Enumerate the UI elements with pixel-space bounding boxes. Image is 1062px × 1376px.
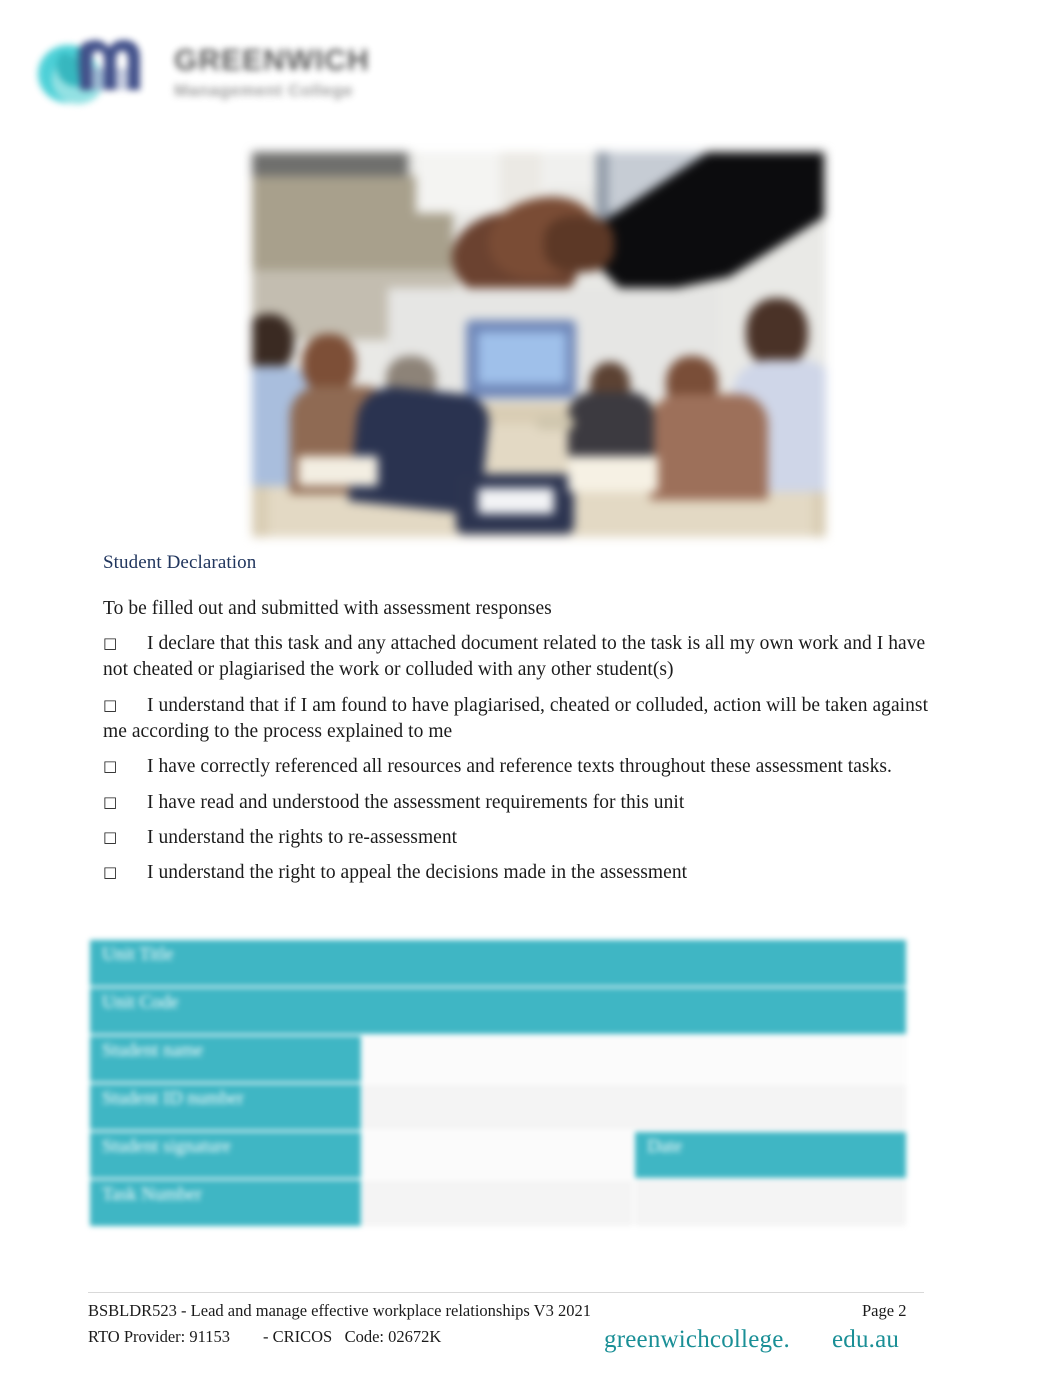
boardroom-handshake-photo	[252, 152, 826, 537]
declaration-item-1[interactable]: □ I declare that this task and any attach…	[103, 631, 933, 684]
declaration-item-6[interactable]: □ I understand the right to appeal the de…	[103, 860, 933, 886]
footer-rto-line: RTO Provider: 91153 - CRICOS Code: 02672…	[88, 1326, 442, 1346]
table-row-unit-code: Unit Code	[88, 986, 908, 1036]
table-row-student-name: Student name	[88, 1034, 909, 1084]
footer-url-part2: edu.au	[831, 1326, 900, 1353]
checkbox-icon[interactable]: □	[103, 756, 117, 776]
declaration-item-2[interactable]: □ I understand that if I am found to have…	[103, 693, 933, 746]
footer-doc-line: BSBLDR523 - Lead and manage effective wo…	[88, 1301, 591, 1320]
logo-subtitle: Management College	[174, 81, 354, 100]
page-footer: BSBLDR523 - Lead and manage effective wo…	[0, 1292, 1062, 1376]
logo-name: GREENWICH	[174, 44, 370, 77]
task-number-input[interactable]	[360, 1178, 636, 1228]
student-details-table: Unit Title Unit Code Student name Studen…	[88, 938, 909, 1228]
declaration-item-3[interactable]: □ I have correctly referenced all resourc…	[103, 754, 933, 780]
student-signature-label: Student signature	[88, 1130, 363, 1180]
greenwich-logo: GREENWICH Management College	[34, 20, 424, 120]
checkbox-icon[interactable]: □	[103, 827, 117, 847]
unit-code-label: Unit Code	[88, 986, 908, 1036]
task-number-label: Task Number	[88, 1178, 363, 1228]
declaration-intro: To be filled out and submitted with asse…	[103, 597, 552, 619]
declaration-title: Student Declaration	[103, 552, 257, 573]
student-details-table-wrapper: Unit Title Unit Code Student name Studen…	[88, 938, 909, 1228]
table-row-student-id: Student ID number	[88, 1082, 909, 1132]
table-row-student-signature: Student signature Date	[88, 1130, 908, 1180]
footer-divider	[88, 1292, 924, 1293]
footer-doc-info: BSBLDR523 - Lead and manage effective wo…	[88, 1298, 591, 1349]
date-label: Date	[633, 1130, 908, 1180]
table-row-task-number: Task Number	[88, 1178, 908, 1228]
checkbox-icon[interactable]: □	[103, 862, 117, 882]
logo-text: GREENWICH Management College	[174, 46, 424, 101]
declaration-item-label: I understand that if I am found to have …	[103, 694, 929, 742]
page-header: GREENWICH Management College	[0, 0, 1062, 140]
declaration-item-5[interactable]: □ I understand the rights to re-assessmen…	[103, 825, 933, 851]
declaration-item-4[interactable]: □ I have read and understood the assessme…	[103, 790, 933, 816]
checkbox-icon[interactable]: □	[103, 792, 117, 812]
declaration-item-label: I declare that this task and any attache…	[103, 632, 926, 681]
task-number-extra-input[interactable]	[633, 1178, 908, 1228]
gm-monogram-icon	[38, 40, 140, 104]
student-signature-input[interactable]	[360, 1130, 636, 1180]
student-name-label: Student name	[88, 1034, 363, 1084]
student-id-input[interactable]	[360, 1082, 909, 1132]
declaration-item-label: I understand the rights to re-assessment	[147, 826, 458, 848]
student-id-label: Student ID number	[88, 1082, 363, 1132]
footer-page-number: Page 2	[862, 1301, 907, 1320]
table-row-unit-title: Unit Title	[88, 938, 908, 988]
checkbox-icon[interactable]: □	[103, 633, 117, 653]
footer-website-url: greenwichcollege. edu.au	[604, 1326, 899, 1354]
student-name-input[interactable]	[360, 1034, 909, 1084]
checkbox-icon[interactable]: □	[103, 695, 117, 715]
declaration-section: Student Declaration To be filled out and…	[103, 550, 933, 895]
declaration-item-label: I have read and understood the assessmen…	[147, 791, 685, 813]
unit-title-label: Unit Title	[88, 938, 908, 988]
footer-url-part1: greenwichcollege.	[604, 1326, 790, 1353]
declaration-item-label: I have correctly referenced all resource…	[147, 756, 892, 778]
declaration-item-label: I understand the right to appeal the dec…	[147, 862, 688, 884]
